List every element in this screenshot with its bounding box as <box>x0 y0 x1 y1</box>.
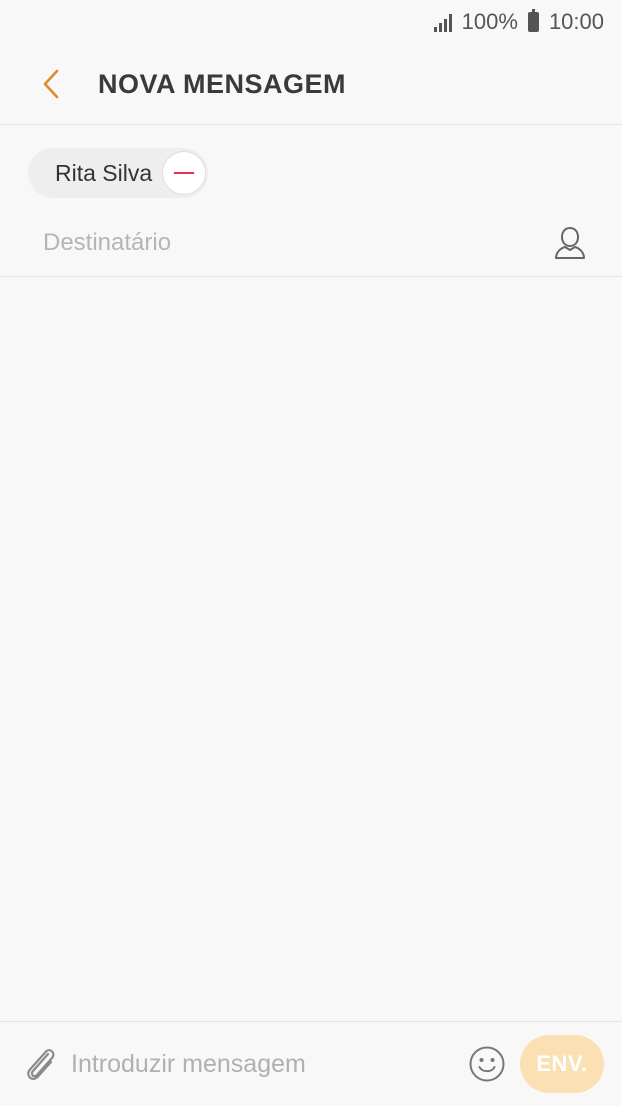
back-button[interactable] <box>22 54 82 114</box>
compose-bar: ENV. <box>0 1021 622 1106</box>
smiley-icon <box>469 1046 505 1082</box>
status-time: 10:00 <box>548 9 604 34</box>
attach-button[interactable] <box>16 1040 64 1088</box>
minus-circle-icon <box>174 172 195 174</box>
recipient-input[interactable] <box>41 228 544 258</box>
app-bar: NOVA MENSAGEM <box>0 44 622 125</box>
signal-icon <box>433 12 452 32</box>
recipient-chip[interactable]: Rita Silva <box>28 148 209 198</box>
recipient-chip-label: Rita Silva <box>55 159 153 186</box>
recipient-row <box>0 210 622 277</box>
emoji-button[interactable] <box>464 1041 510 1087</box>
paperclip-icon <box>27 1049 55 1080</box>
send-button[interactable]: ENV. <box>520 1035 604 1093</box>
person-icon <box>555 226 585 259</box>
chevron-left-icon <box>43 69 59 99</box>
contacts-button[interactable] <box>544 217 596 269</box>
remove-recipient-button[interactable] <box>162 151 207 195</box>
battery-percent: 100% <box>461 9 518 34</box>
page-title: NOVA MENSAGEM <box>98 68 347 99</box>
status-bar: 100% 10:00 <box>0 0 622 44</box>
message-input[interactable] <box>69 1048 464 1080</box>
battery-icon <box>527 9 539 32</box>
